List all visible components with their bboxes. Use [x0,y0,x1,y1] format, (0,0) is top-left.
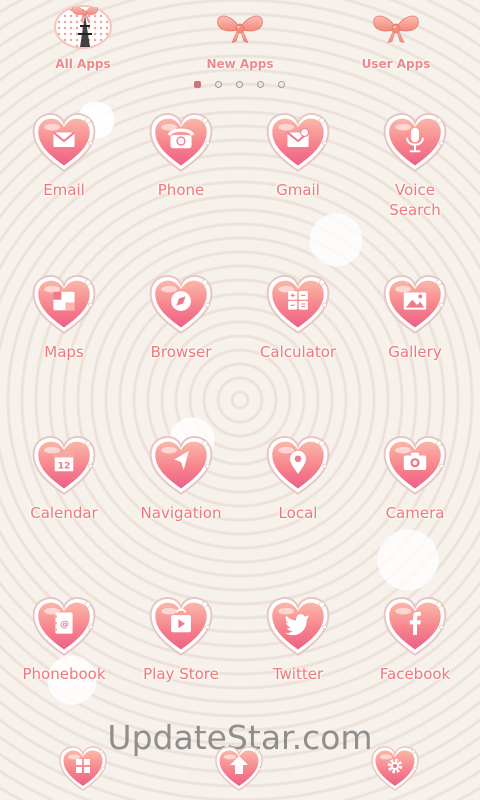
svg-text:@: @ [60,619,69,630]
navigation-arrow-icon [148,433,214,499]
contacts-book-icon: @ [31,594,97,660]
app-local[interactable]: Local [239,433,357,573]
envelope-icon [31,110,97,176]
tab-new-apps[interactable]: New Apps [180,0,300,78]
app-label: Maps [44,343,84,361]
app-label: Calculator [259,343,337,361]
app-label: Gmail [276,181,320,199]
facebook-icon [382,594,448,660]
app-drawer-tabs: All Apps New Apps User Apps [0,0,480,80]
app-calculator[interactable]: Calculator [239,272,357,412]
page-dot-5[interactable] [278,81,285,88]
tab-new-apps-label: New Apps [206,57,274,71]
app-label: Gallery [388,343,442,361]
app-gallery[interactable]: Gallery [356,272,474,412]
app-label: Camera [385,504,445,522]
bow-icon [373,15,419,43]
app-gmail[interactable]: Gmail [239,110,357,250]
app-label: Facebook [379,665,451,683]
app-label: Phone [157,181,205,199]
map-icon [31,272,97,338]
app-grid-button[interactable] [58,744,108,794]
app-label: Twitter [272,665,324,683]
dock [0,744,480,800]
app-phone[interactable]: Phone [122,110,240,250]
tab-user-apps[interactable]: User Apps [336,0,456,78]
calculator-icon [265,272,331,338]
app-facebook[interactable]: Facebook [356,594,474,734]
svg-text:12: 12 [58,461,71,472]
tab-all-apps-label: All Apps [55,57,111,71]
page-indicator[interactable] [0,80,480,90]
telephone-icon [148,110,214,176]
app-navigation[interactable]: Navigation [122,433,240,573]
app-label: Browser [150,343,212,361]
app-play-store[interactable]: Play Store [122,594,240,734]
compass-icon [148,272,214,338]
app-camera[interactable]: Camera [356,433,474,573]
app-label: Navigation [140,504,222,522]
gear-icon [370,744,420,794]
picture-icon [382,272,448,338]
eiffel-bow-icon [54,5,112,49]
camera-icon [382,433,448,499]
tab-user-apps-label: User Apps [361,57,431,71]
microphone-icon [382,110,448,176]
app-voice-search[interactable]: Voice Search [356,110,474,250]
app-label: Play Store [143,665,219,683]
tab-all-apps[interactable]: All Apps [23,0,143,78]
app-browser[interactable]: Browser [122,272,240,412]
play-store-icon [148,594,214,660]
app-label: Voice Search [389,181,441,219]
page-dot-4[interactable] [257,81,264,88]
settings-button[interactable] [370,744,420,794]
gmail-envelope-icon [265,110,331,176]
app-label: Calendar [30,504,98,522]
app-label: Email [43,181,85,199]
page-dot-1[interactable] [194,81,201,88]
app-grid-icon [58,744,108,794]
app-twitter[interactable]: Twitter [239,594,357,734]
page-dot-3[interactable] [236,81,243,88]
app-maps[interactable]: Maps [5,272,123,412]
app-phonebook[interactable]: @ Phonebook [5,594,123,734]
app-label: Local [278,504,318,522]
home-button[interactable] [214,744,264,794]
app-label: Phonebook [22,665,106,683]
twitter-bird-icon [265,594,331,660]
bow-icon [217,15,263,43]
page-dot-2[interactable] [215,81,222,88]
app-email[interactable]: Email [5,110,123,250]
location-pin-icon [265,433,331,499]
home-arrow-icon [214,744,264,794]
app-calendar[interactable]: 12 Calendar [5,433,123,573]
calendar-icon: 12 [31,433,97,499]
